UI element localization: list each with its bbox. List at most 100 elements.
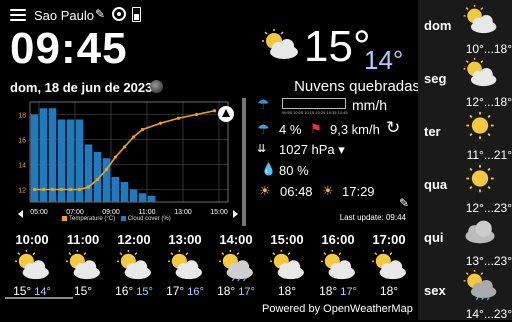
- pressure-text: 1027 hPa: [279, 142, 335, 157]
- temperature-point: [158, 121, 163, 125]
- x-tick-label: 11:00: [139, 209, 156, 216]
- sunrise-icon: ☀: [259, 183, 271, 198]
- temperature-point: [32, 187, 37, 192]
- hourly-item[interactable]: 10:00 15° 14°: [7, 232, 57, 298]
- sunrise-time: 06:48: [280, 184, 313, 199]
- refresh-icon[interactable]: ↻: [386, 118, 400, 138]
- x-tick-label: 09:00: [102, 209, 120, 216]
- chart-prev-arrow: [18, 210, 23, 218]
- daily-item[interactable]: dom 10°...18°: [418, 4, 512, 57]
- partly-cloudy-icon: [15, 249, 49, 280]
- daily-item[interactable]: qui 13°...23°: [418, 216, 512, 269]
- day-name: qui: [424, 230, 444, 245]
- pressure-icon: ⇊: [257, 143, 267, 155]
- precipitation-probability: 4 %: [279, 122, 302, 137]
- hour-temperature: 18°: [364, 284, 414, 298]
- temperature-point: [104, 167, 109, 172]
- powered-by[interactable]: Powered by OpenWeatherMap: [262, 303, 413, 315]
- day-temp-range: 13°...23°: [465, 254, 512, 268]
- hour-temp: 16°: [115, 284, 134, 298]
- daily-item[interactable]: sex 14°...23°: [418, 269, 512, 322]
- hour-time: 17:00: [372, 232, 406, 247]
- hour-temp: 17°: [166, 284, 185, 298]
- hourly-item[interactable]: 11:00 15°: [58, 232, 108, 298]
- date-label: dom, 18 de jun de 2023: [10, 80, 153, 95]
- menu-icon[interactable]: [10, 9, 26, 21]
- humidity-drop-icon: 💧: [261, 162, 276, 176]
- partly-cloudy-icon: [463, 57, 497, 87]
- hourly-item[interactable]: 15:00 18°: [262, 232, 312, 298]
- pencil-icon[interactable]: ✎: [95, 7, 105, 21]
- daily-item[interactable]: qua 12°...23°: [418, 163, 512, 216]
- y-tick-label: 12: [18, 188, 26, 195]
- day-temp-range: 12°...23°: [465, 201, 512, 215]
- x-tick-label: 15:00: [210, 209, 228, 216]
- hourly-item[interactable]: 16:00 18° 17°: [313, 232, 363, 298]
- hour-time: 11:00: [66, 232, 100, 247]
- partly-cloudy-icon: [321, 249, 355, 280]
- hour-temp: 15°: [73, 284, 93, 298]
- partly-cloudy-icon: [66, 249, 100, 280]
- rain-unit: mm/h: [352, 97, 387, 113]
- hour-temp: 15°: [13, 284, 32, 298]
- cloud-cover-bar: [84, 144, 93, 202]
- forecast-chart: 12 14 16 18 05:00 07:00 09:00 11:00 13:00 15:00: [18, 101, 238, 218]
- rain-bar-ticks: 09:55 10:05 10:15 10:25 10:35 10:45: [282, 110, 348, 115]
- partly-cloudy-icon: [168, 249, 202, 280]
- hour-temperature: 18° 17°: [211, 284, 261, 298]
- temperature-point: [176, 116, 181, 120]
- hour-temperature: 17° 16°: [160, 284, 210, 298]
- hour-time: 12:00: [117, 232, 151, 247]
- hour-feels: 15°: [133, 286, 153, 298]
- hour-time: 10:00: [15, 232, 49, 247]
- day-name: seg: [424, 71, 447, 86]
- temperature-point: [41, 187, 46, 192]
- locate-icon[interactable]: [112, 7, 126, 21]
- moon-phase-icon: [150, 80, 163, 93]
- x-tick-label: 13:00: [174, 209, 192, 216]
- temp-legend-label: Temperature (°C): [69, 216, 116, 223]
- hourly-item[interactable]: 14:00 18° 17°: [211, 232, 261, 298]
- edit-icon[interactable]: ✎: [399, 196, 409, 210]
- scroll-divider[interactable]: [242, 98, 246, 226]
- day-temp-range: 12°...18°: [465, 95, 512, 109]
- city-name[interactable]: Sao Paulo: [34, 8, 94, 23]
- cloud-cover-bar: [120, 182, 129, 202]
- day-name: sex: [424, 283, 446, 298]
- y-tick-label: 16: [18, 138, 26, 145]
- feels-like-temperature: 14°: [364, 45, 404, 75]
- daily-item[interactable]: seg 12°...18°: [418, 57, 512, 110]
- day-temp-range: 11°...21°: [466, 148, 512, 162]
- sun-icon: [466, 164, 494, 193]
- cloud-cover-bar: [111, 177, 120, 202]
- humidity-value: 80 %: [279, 163, 309, 178]
- temperature-point: [68, 187, 73, 192]
- day-name: dom: [424, 18, 452, 33]
- hourly-item[interactable]: 12:00 16° 15°: [109, 232, 159, 298]
- hourly-item[interactable]: 13:00 17° 16°: [160, 232, 210, 298]
- hour-temp: 18°: [379, 284, 399, 298]
- cloud-cover-bar: [138, 193, 147, 202]
- temperature-point: [212, 109, 217, 113]
- clock-time: 09:45: [10, 24, 128, 73]
- partly-cloudy-icon: [262, 29, 298, 59]
- last-update: Last update: 09:44: [339, 213, 406, 222]
- hour-time: 15:00: [270, 232, 304, 247]
- day-name: ter: [424, 124, 441, 139]
- chart-next-arrow: [233, 210, 238, 218]
- partly-cloudy-rain-icon: [219, 249, 253, 282]
- hour-time: 13:00: [168, 232, 202, 247]
- temperature-point: [194, 112, 199, 117]
- hour-time: 14:00: [219, 232, 253, 247]
- temperature-point: [131, 135, 136, 139]
- day-name: qua: [424, 177, 448, 192]
- cloud-legend-swatch: [120, 216, 126, 221]
- daily-item[interactable]: ter 11°...21°: [418, 110, 512, 163]
- y-tick-label: 14: [18, 163, 26, 170]
- hourly-scroll-indicator: [5, 297, 73, 299]
- temperature-point: [122, 145, 127, 149]
- hourly-item[interactable]: 17:00 18°: [364, 232, 414, 298]
- battery-icon: [132, 7, 141, 22]
- day-temp-range: 14°...23°: [465, 307, 512, 321]
- wind-flag-icon: ⚑: [310, 121, 322, 136]
